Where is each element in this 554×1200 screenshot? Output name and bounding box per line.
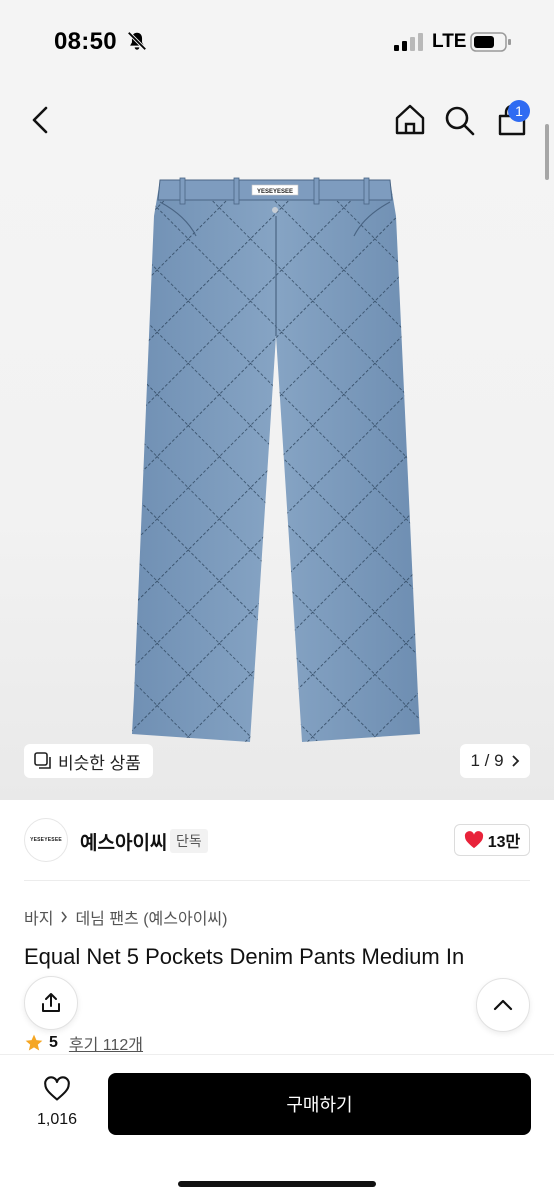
search-icon[interactable] xyxy=(442,100,478,140)
signal-icon xyxy=(394,33,423,51)
reviews-link[interactable]: 후기 112개 xyxy=(69,1031,143,1055)
star-icon xyxy=(25,1034,43,1051)
brand-logo[interactable]: YESEYESEE xyxy=(24,818,68,862)
brand-logo-text: YESEYESEE xyxy=(30,837,62,843)
similar-icon xyxy=(34,752,51,769)
share-button[interactable] xyxy=(24,976,78,1030)
rating-row: 5 후기 112개 xyxy=(24,1031,143,1055)
product-image: YESEYESEE xyxy=(132,177,420,742)
brand-name[interactable]: 예스아이씨 xyxy=(80,828,167,855)
chevron-right-icon xyxy=(511,755,519,767)
scroll-top-button[interactable] xyxy=(476,978,530,1032)
similar-products-button[interactable]: 비슷한 상품 xyxy=(24,744,153,778)
rating-score: 5 xyxy=(49,1034,58,1051)
wishlist-button[interactable]: 1,016 xyxy=(30,1076,84,1132)
home-icon[interactable] xyxy=(392,100,428,140)
buy-button[interactable]: 구매하기 xyxy=(108,1073,531,1135)
status-time: 08:50 xyxy=(54,28,117,55)
status-bar: 08:50 LTE xyxy=(0,0,554,84)
chevron-up-icon xyxy=(493,999,513,1011)
share-icon xyxy=(42,993,60,1012)
cart-count-badge: 1 xyxy=(508,100,530,122)
chevron-right-icon xyxy=(61,911,68,923)
divider xyxy=(24,880,530,881)
breadcrumb-subcategory[interactable]: 데님 팬츠 (예스아이씨) xyxy=(75,905,227,929)
breadcrumb: 바지 데님 팬츠 (예스아이씨) xyxy=(24,905,227,929)
image-counter[interactable]: 1 / 9 xyxy=(460,744,530,778)
svg-text:YESEYESEE: YESEYESEE xyxy=(257,189,293,195)
product-title: Equal Net 5 Pockets Denim Pants Medium I… xyxy=(24,944,465,969)
exclusive-badge: 단독 xyxy=(170,829,208,853)
breadcrumb-category[interactable]: 바지 xyxy=(24,905,53,929)
brand-like-button[interactable]: 13만 xyxy=(454,824,530,856)
battery-icon xyxy=(470,32,511,52)
wishlist-count: 1,016 xyxy=(36,1111,78,1128)
network-type: LTE xyxy=(432,31,467,52)
back-icon[interactable] xyxy=(22,100,58,140)
bell-muted-icon xyxy=(127,31,147,51)
brand-like-count: 13만 xyxy=(487,834,521,851)
home-indicator xyxy=(178,1181,376,1187)
image-counter-text: 1 / 9 xyxy=(470,751,504,770)
similar-products-label: 비슷한 상품 xyxy=(58,753,141,773)
heart-outline-icon xyxy=(44,1076,70,1101)
heart-filled-icon xyxy=(464,831,483,849)
scrollbar[interactable] xyxy=(545,124,549,180)
